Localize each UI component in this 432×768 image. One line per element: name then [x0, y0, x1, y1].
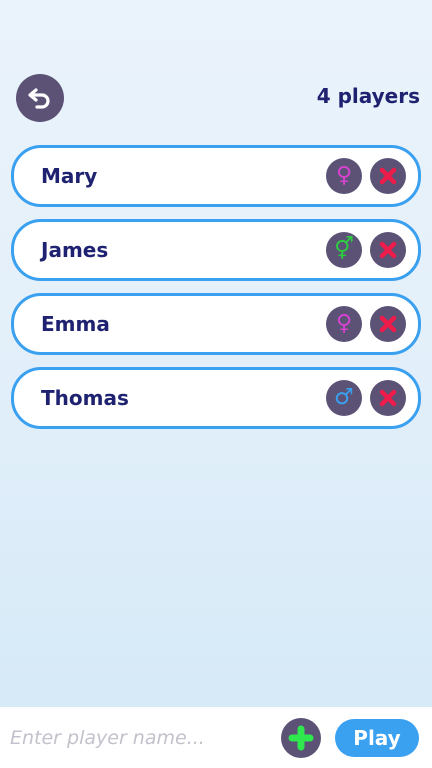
remove-player-button[interactable]	[370, 232, 406, 268]
female-icon: ♀	[335, 311, 353, 336]
remove-player-button[interactable]	[370, 158, 406, 194]
gender-neutral-icon: ⚥	[334, 237, 354, 262]
player-name: Thomas	[41, 386, 129, 410]
player-card: Mary ♀	[11, 145, 421, 207]
close-icon	[379, 389, 397, 407]
gender-toggle-button[interactable]: ♀	[326, 158, 362, 194]
player-card: Thomas ♂	[11, 367, 421, 429]
gender-toggle-button[interactable]: ⚥	[326, 232, 362, 268]
player-name-input[interactable]	[10, 721, 270, 755]
gender-toggle-button[interactable]: ♀	[326, 306, 362, 342]
plus-icon	[288, 725, 314, 751]
back-button[interactable]	[16, 74, 64, 122]
female-icon: ♀	[335, 163, 353, 188]
remove-player-button[interactable]	[370, 306, 406, 342]
player-card: James ⚥	[11, 219, 421, 281]
player-count: 4 players	[316, 84, 420, 108]
male-icon: ♂	[334, 385, 354, 410]
close-icon	[379, 315, 397, 333]
back-arrow-icon	[28, 88, 50, 109]
player-name: Emma	[41, 312, 110, 336]
gender-toggle-button[interactable]: ♂	[326, 380, 362, 416]
remove-player-button[interactable]	[370, 380, 406, 416]
player-name: James	[41, 238, 109, 262]
bottom-bar: Play	[0, 707, 432, 768]
add-player-button[interactable]	[281, 718, 321, 758]
close-icon	[379, 241, 397, 259]
play-button[interactable]: Play	[335, 719, 419, 757]
player-card: Emma ♀	[11, 293, 421, 355]
player-name: Mary	[41, 164, 98, 188]
close-icon	[379, 167, 397, 185]
